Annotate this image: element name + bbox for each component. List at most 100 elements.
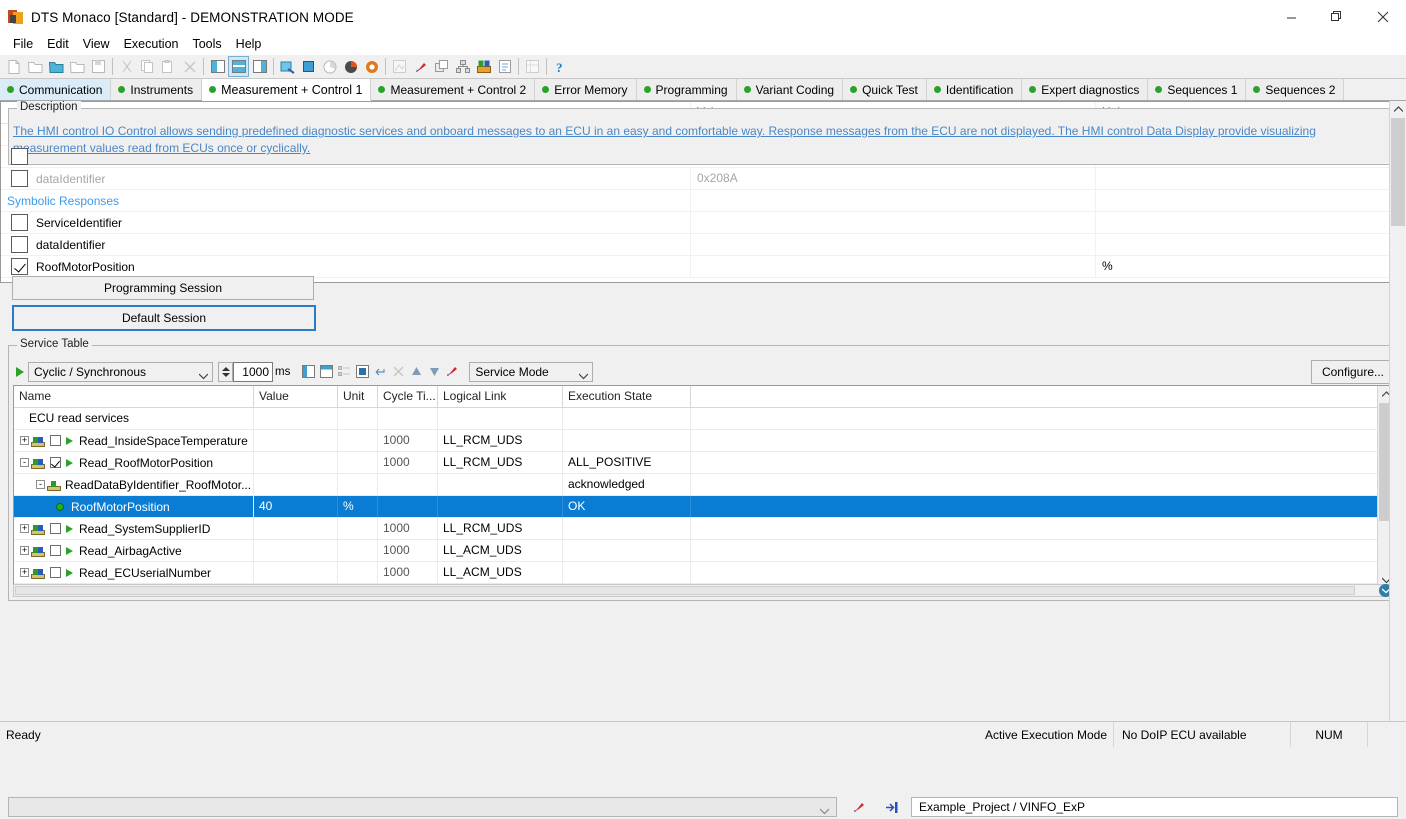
tab-measurement-control-2[interactable]: Measurement + Control 2 — [371, 79, 535, 100]
layout-split-icon[interactable] — [228, 56, 249, 77]
tab-instruments[interactable]: Instruments — [111, 79, 202, 100]
default-session-button[interactable]: Default Session — [12, 305, 316, 331]
grid-col-header[interactable]: Cycle Ti... — [378, 386, 438, 407]
row-checkbox[interactable] — [50, 567, 61, 578]
row-run-icon[interactable] — [66, 459, 73, 467]
param-checkbox[interactable] — [11, 148, 28, 165]
row-checkbox[interactable] — [50, 435, 61, 446]
scroll-thumb[interactable] — [1391, 118, 1405, 226]
open-folder-icon[interactable] — [25, 56, 46, 77]
tab-communication[interactable]: Communication — [0, 79, 111, 100]
param-checkbox[interactable] — [11, 258, 28, 275]
programming-session-button[interactable]: Programming Session — [12, 276, 314, 300]
new-document-icon[interactable] — [4, 56, 25, 77]
expand-icon[interactable]: + — [20, 568, 29, 577]
reset-icon[interactable] — [372, 363, 388, 381]
configure-button[interactable]: Configure... — [1311, 360, 1395, 384]
tab-identification[interactable]: Identification — [927, 79, 1022, 100]
description-link-text[interactable]: The HMI control IO Control allows sendin… — [13, 123, 1389, 157]
project-path-field[interactable]: Example_Project / VINFO_ExP — [911, 797, 1398, 817]
list-item[interactable]: dataIdentifier — [1, 234, 1391, 256]
param-checkbox[interactable] — [11, 170, 28, 187]
cycle-time-stepper[interactable] — [218, 362, 233, 382]
marker-tool-icon[interactable] — [444, 363, 460, 381]
tab-error-memory[interactable]: Error Memory — [535, 79, 636, 100]
row-checkbox[interactable] — [50, 457, 61, 468]
grid-col-header[interactable]: Execution State — [563, 386, 691, 407]
paste-icon[interactable] — [158, 56, 179, 77]
remove-icon[interactable] — [390, 363, 406, 381]
execution-mode-select[interactable]: Cyclic / Synchronous — [28, 362, 213, 382]
diagnostics-icon[interactable] — [277, 56, 298, 77]
save-as-icon[interactable] — [67, 56, 88, 77]
bottom-select[interactable] — [8, 797, 837, 817]
row-run-icon[interactable] — [66, 437, 73, 445]
layout-right-icon[interactable] — [249, 56, 270, 77]
row-run-icon[interactable] — [66, 525, 73, 533]
close-icon[interactable] — [1360, 0, 1406, 34]
layout-left-icon[interactable] — [207, 56, 228, 77]
globe-orange-icon[interactable] — [361, 56, 382, 77]
report-icon[interactable] — [494, 56, 515, 77]
copy-vehicle-icon[interactable] — [431, 56, 452, 77]
row-checkbox[interactable] — [50, 545, 61, 556]
add-group-icon[interactable] — [318, 363, 334, 381]
table-row[interactable]: +Read_SystemSupplierID1000LL_RCM_UDS — [14, 518, 1394, 540]
tab-variant-coding[interactable]: Variant Coding — [737, 79, 844, 100]
maximize-restore-icon[interactable] — [1314, 0, 1360, 34]
grid-horizontal-scrollbar[interactable] — [13, 584, 1395, 597]
stop-service-icon[interactable] — [354, 363, 370, 381]
login-ecu-icon[interactable] — [881, 797, 903, 817]
param-checkbox[interactable] — [11, 236, 28, 253]
grid-icon[interactable] — [522, 56, 543, 77]
menu-file[interactable]: File — [6, 36, 40, 52]
grid-col-header[interactable]: Unit — [338, 386, 378, 407]
table-row[interactable]: +Read_InsideSpaceTemperature1000LL_RCM_U… — [14, 430, 1394, 452]
tab-expert-diagnostics[interactable]: Expert diagnostics — [1022, 79, 1148, 100]
window-icon[interactable] — [389, 56, 410, 77]
table-row[interactable]: -Read_RoofMotorPosition1000LL_RCM_UDSALL… — [14, 452, 1394, 474]
marker-tool-icon[interactable] — [848, 797, 870, 817]
param-checkbox[interactable] — [11, 214, 28, 231]
globe-dark-icon[interactable] — [340, 56, 361, 77]
menu-help[interactable]: Help — [229, 36, 269, 52]
row-run-icon[interactable] — [66, 547, 73, 555]
chart-icon[interactable] — [319, 56, 340, 77]
menu-execution[interactable]: Execution — [117, 36, 186, 52]
add-service-icon[interactable] — [300, 363, 316, 381]
tab-programming[interactable]: Programming — [637, 79, 737, 100]
row-checkbox[interactable] — [50, 523, 61, 534]
row-run-icon[interactable] — [66, 569, 73, 577]
tab-quick-test[interactable]: Quick Test — [843, 79, 927, 100]
collapse-icon[interactable]: - — [36, 480, 45, 489]
grid-col-header[interactable]: Name — [14, 386, 254, 407]
tab-measurement-control-1[interactable]: Measurement + Control 1 — [202, 79, 371, 101]
move-down-icon[interactable] — [426, 363, 442, 381]
list-item[interactable]: ServiceIdentifier — [1, 212, 1391, 234]
expand-icon[interactable]: + — [20, 546, 29, 555]
table-row[interactable]: +Read_AirbagActive1000LL_ACM_UDS — [14, 540, 1394, 562]
cut-icon[interactable] — [116, 56, 137, 77]
ecu-stack-icon[interactable] — [473, 56, 494, 77]
menu-edit[interactable]: Edit — [40, 36, 76, 52]
tab-sequences-2[interactable]: Sequences 2 — [1246, 79, 1344, 100]
scroll-up-icon[interactable] — [1390, 101, 1406, 117]
service-mode-select[interactable]: Service Mode — [469, 362, 593, 382]
run-icon[interactable] — [16, 367, 24, 377]
minimize-icon[interactable] — [1268, 0, 1314, 34]
expand-icon[interactable]: + — [20, 524, 29, 533]
list-item[interactable]: dataIdentifier0x208A — [1, 168, 1391, 190]
copy-icon[interactable] — [137, 56, 158, 77]
table-row[interactable]: +Read_ECUserialNumber1000LL_ACM_UDS — [14, 562, 1394, 584]
tab-sequences-1[interactable]: Sequences 1 — [1148, 79, 1246, 100]
collapse-icon[interactable]: - — [20, 458, 29, 467]
table-row[interactable]: - ReadDataByIdentifier_RoofMotor...ackno… — [14, 474, 1394, 496]
help-icon[interactable]: ? — [550, 56, 571, 77]
delete-icon[interactable] — [179, 56, 200, 77]
marker-icon[interactable] — [410, 56, 431, 77]
move-up-icon[interactable] — [408, 363, 424, 381]
stop-icon[interactable] — [298, 56, 319, 77]
cycle-time-input[interactable]: 1000 — [233, 362, 273, 382]
menu-tools[interactable]: Tools — [185, 36, 228, 52]
grid-col-header[interactable]: Value — [254, 386, 338, 407]
